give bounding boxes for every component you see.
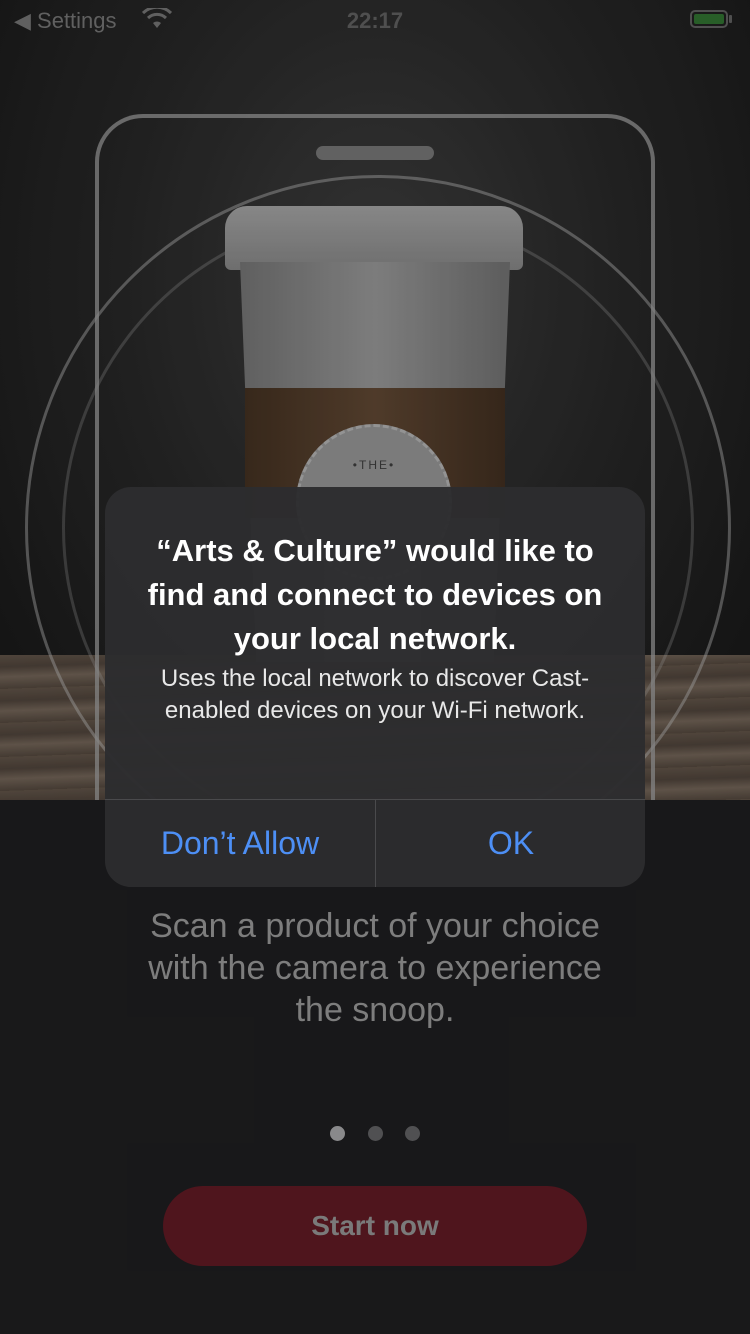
alert-message: Uses the local network to discover Cast-… bbox=[160, 665, 590, 724]
ok-button[interactable]: OK bbox=[376, 800, 645, 887]
onboarding-screen: •THE• ◀ Settings 22:17 Scan a product of… bbox=[0, 0, 750, 1334]
alert-title: “Arts & Culture” would like to find and … bbox=[147, 533, 603, 656]
dont-allow-button[interactable]: Don’t Allow bbox=[105, 800, 375, 887]
local-network-permission-alert: “Arts & Culture” would like to find and … bbox=[105, 487, 645, 887]
